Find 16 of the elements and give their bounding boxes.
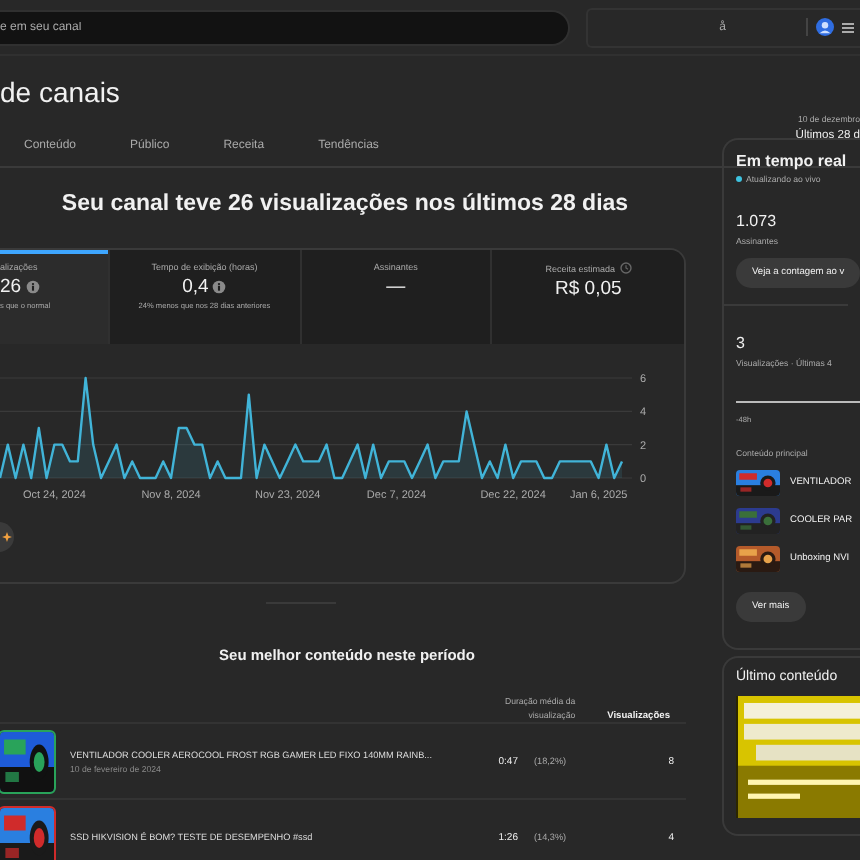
spark-icon <box>2 532 12 542</box>
subscriber-count: 1.073 <box>736 212 777 230</box>
info-icon <box>25 280 40 294</box>
menu-icon[interactable] <box>842 21 854 33</box>
panel-title: Em tempo real <box>736 152 847 170</box>
metric-value: — <box>386 276 406 298</box>
metric-value: R$ 0,05 <box>555 278 622 300</box>
metric-value: 0,4 <box>182 276 209 298</box>
info-icon <box>212 280 227 294</box>
view-count: 3 <box>736 334 745 352</box>
metric-value: 26 <box>0 276 22 298</box>
avatar-icon[interactable] <box>816 18 834 36</box>
live-dot-icon <box>736 176 742 182</box>
clock-icon <box>619 262 632 274</box>
page-title: de canais <box>0 76 122 112</box>
headline: Seu canal teve 26 visualizações nos últimos 28 dias <box>59 192 631 220</box>
